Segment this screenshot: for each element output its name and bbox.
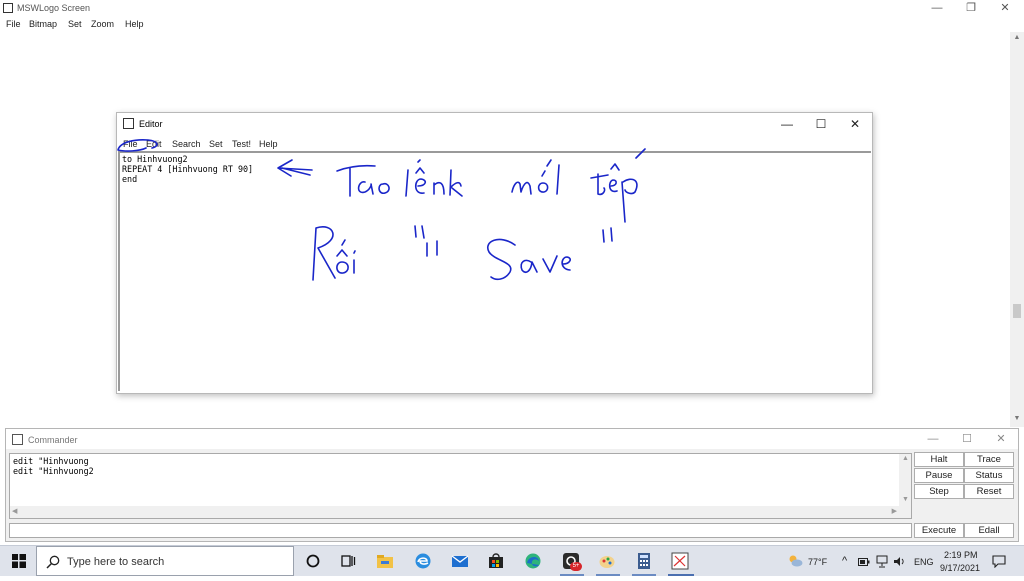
input-language[interactable]: ENG <box>914 557 934 567</box>
canvas-vertical-scrollbar[interactable]: ▲ ▼ <box>1010 32 1024 427</box>
start-button[interactable] <box>6 546 32 577</box>
calculator-icon[interactable] <box>635 552 653 570</box>
scroll-up-arrow-icon[interactable]: ▲ <box>1010 34 1024 41</box>
execute-button[interactable]: Execute <box>914 523 964 538</box>
command-input[interactable] <box>9 523 912 538</box>
pause-button[interactable]: Pause <box>914 468 964 483</box>
windows-logo-icon <box>12 554 26 568</box>
volume-icon[interactable] <box>893 556 906 567</box>
commander-title: Commander <box>28 435 78 445</box>
editor-menubar: File Edit Search Set Test! Help <box>117 135 872 151</box>
code-line: end <box>122 174 138 184</box>
taskbar-search-box[interactable]: Type here to search <box>36 546 294 576</box>
history-horizontal-scrollbar[interactable]: ◀ ▶ <box>10 506 911 518</box>
command-history[interactable]: edit "Hinhvuong edit "Hinhvuong2 ▲ ▼ ◀ ▶ <box>9 453 912 519</box>
main-window-title: MSWLogo Screen <box>17 3 91 13</box>
task-view-icon[interactable] <box>339 552 357 570</box>
commander-app-icon <box>12 434 23 445</box>
scroll-down-arrow-icon[interactable]: ▼ <box>1010 415 1024 422</box>
menu-help[interactable]: Help <box>125 19 144 29</box>
editor-maximize-button[interactable]: ☐ <box>804 115 838 133</box>
chevron-up-icon[interactable]: ^ <box>842 555 847 567</box>
menu-zoom[interactable]: Zoom <box>91 19 114 29</box>
weather-temperature[interactable]: 77°F <box>808 557 827 567</box>
history-line[interactable]: edit "Hinhvuong2 <box>13 466 94 476</box>
search-placeholder: Type here to search <box>67 556 165 568</box>
battery-icon[interactable] <box>858 557 870 567</box>
menu-bitmap[interactable]: Bitmap <box>29 19 57 29</box>
file-explorer-icon[interactable] <box>376 552 394 570</box>
commander-maximize-button[interactable]: ☐ <box>950 431 984 447</box>
step-button[interactable]: Step <box>914 484 964 499</box>
trace-button[interactable]: Trace <box>964 452 1014 467</box>
mail-icon[interactable] <box>451 552 469 570</box>
taskbar: Type here to search 5+ 77°F ^ ENG 2:19 P… <box>0 545 1024 576</box>
notification-center-icon[interactable] <box>992 555 1006 568</box>
status-button[interactable]: Status <box>964 468 1014 483</box>
edge-browser-icon[interactable] <box>414 552 432 570</box>
commander-close-button[interactable]: ✕ <box>984 431 1018 447</box>
scroll-up-arrow-icon[interactable]: ▲ <box>902 455 909 462</box>
cortana-icon[interactable] <box>304 552 322 570</box>
clock-date[interactable]: 9/17/2021 <box>940 563 980 573</box>
code-line: to Hinhvuong2 <box>122 154 188 164</box>
editor-menu-test[interactable]: Test! <box>232 139 251 149</box>
mswlogo-app-icon <box>3 3 13 13</box>
editor-menu-set[interactable]: Set <box>209 139 223 149</box>
halt-button[interactable]: Halt <box>914 452 964 467</box>
editor-menu-search[interactable]: Search <box>172 139 201 149</box>
history-vertical-scrollbar[interactable]: ▲ ▼ <box>899 454 911 506</box>
scrollbar-thumb[interactable] <box>1013 304 1021 318</box>
main-window-titlebar[interactable]: MSWLogo Screen — ❐ ✕ <box>0 0 1024 17</box>
commander-window: Commander — ☐ ✕ edit "Hinhvuong edit "Hi… <box>5 428 1019 542</box>
paint-icon[interactable] <box>598 552 616 570</box>
store-icon[interactable] <box>487 552 505 570</box>
notification-badge: 5+ <box>570 562 582 571</box>
editor-titlebar[interactable]: Editor — ☐ ✕ <box>117 113 872 135</box>
menu-file[interactable]: File <box>6 19 21 29</box>
restore-button[interactable]: ❐ <box>954 0 988 16</box>
editor-app-icon <box>123 118 134 129</box>
search-icon <box>46 555 60 569</box>
clock-time[interactable]: 2:19 PM <box>944 550 978 560</box>
scroll-left-arrow-icon[interactable]: ◀ <box>12 507 17 515</box>
editor-title: Editor <box>139 119 163 129</box>
editor-code-area[interactable]: to Hinhvuong2 REPEAT 4 [Hinhvuong RT 90]… <box>118 151 871 391</box>
menu-set[interactable]: Set <box>68 19 82 29</box>
editor-menu-help[interactable]: Help <box>259 139 278 149</box>
commander-titlebar[interactable]: Commander — ☐ ✕ <box>6 429 1018 449</box>
history-line[interactable]: edit "Hinhvuong <box>13 456 89 466</box>
scroll-down-arrow-icon[interactable]: ▼ <box>902 496 909 503</box>
minimize-button[interactable]: — <box>920 0 954 16</box>
edge-chromium-icon[interactable] <box>524 552 542 570</box>
reset-button[interactable]: Reset <box>964 484 1014 499</box>
weather-icon[interactable] <box>786 552 804 570</box>
code-line: REPEAT 4 [Hinhvuong RT 90] <box>122 164 254 174</box>
editor-close-button[interactable]: ✕ <box>838 115 872 133</box>
close-button[interactable]: ✕ <box>988 0 1022 16</box>
edall-button[interactable]: Edall <box>964 523 1014 538</box>
editor-minimize-button[interactable]: — <box>770 115 804 133</box>
mswlogo-taskbar-icon[interactable] <box>671 552 689 570</box>
editor-window: Editor — ☐ ✕ File Edit Search Set Test! … <box>116 112 873 394</box>
main-menubar: File Bitmap Set Zoom Help <box>0 17 1024 32</box>
editor-menu-file[interactable]: File <box>123 139 138 149</box>
network-icon[interactable] <box>876 555 888 568</box>
scroll-right-arrow-icon[interactable]: ▶ <box>892 507 897 515</box>
editor-menu-edit[interactable]: Edit <box>146 139 162 149</box>
commander-minimize-button[interactable]: — <box>916 431 950 447</box>
